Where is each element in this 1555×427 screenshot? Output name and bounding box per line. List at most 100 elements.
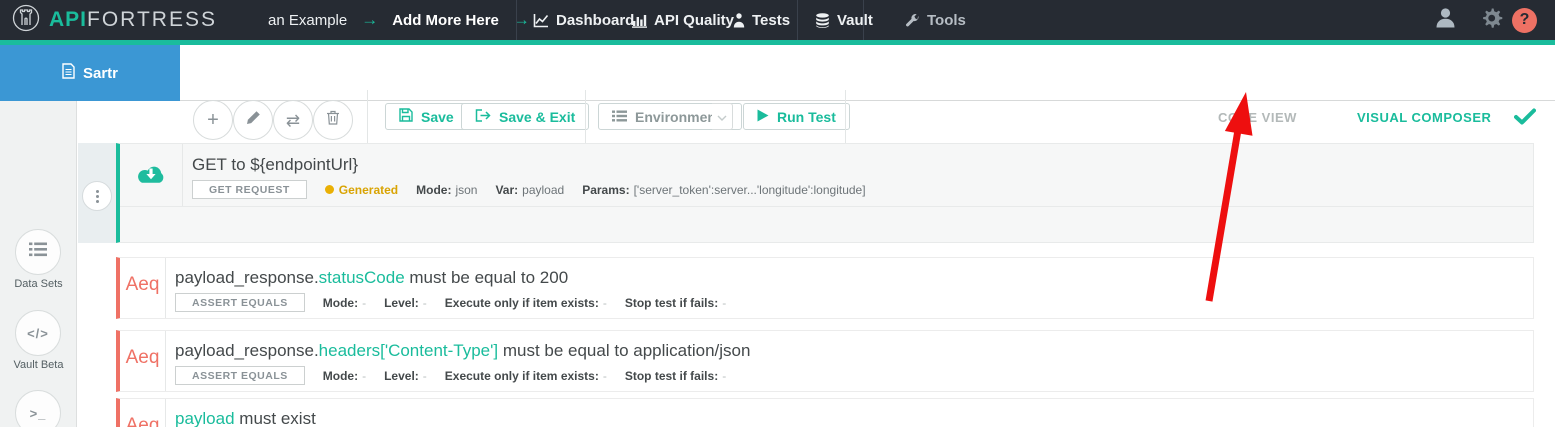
meta-label: Var: (495, 182, 519, 197)
floppy-disk-icon (399, 108, 413, 125)
navbar-divider (516, 0, 517, 40)
sign-out-icon (475, 108, 491, 125)
generated-badge-label: Generated (338, 182, 399, 197)
meta-label: Stop test if fails: (624, 368, 719, 383)
meta-label: Params: (582, 182, 630, 197)
test-toolbar: Sartr + ⇄ Save Save & Exit Environments … (0, 45, 1555, 146)
meta-value: - (602, 295, 607, 310)
assert-equals-abbr: Aeq (125, 415, 160, 427)
component-body: payload must exist (166, 399, 316, 427)
test-name-label: Sartr (82, 64, 119, 82)
title-text: GET to ${endpointUrl} (192, 155, 359, 174)
component-title: GET to ${endpointUrl} (192, 155, 884, 175)
sidebar-item-vault-beta[interactable]: </> (15, 310, 61, 356)
environments-dropdown-toggle[interactable] (712, 103, 733, 130)
component-options-button[interactable] (82, 181, 112, 211)
meta-value: - (722, 368, 727, 383)
save-exit-button[interactable]: Save & Exit (461, 103, 590, 130)
nav-item-dashboard[interactable]: Dashboard (533, 0, 634, 40)
meta-value: - (422, 295, 427, 310)
component-body: payload_response.headers['Content-Type']… (166, 331, 750, 391)
component-type-tag: ASSERT EQUALS (175, 293, 305, 312)
breadcrumb-project[interactable]: an Example (268, 12, 347, 29)
sidebar-item-http-client[interactable]: >_ (15, 390, 61, 427)
save-button-label: Save (421, 108, 454, 125)
reorder-button[interactable]: ⇄ (273, 100, 313, 140)
trash-icon (326, 110, 340, 130)
top-navbar: APIFORTRESS an Example → Add More Here →… (0, 0, 1555, 40)
meta-stop-if-fails: Stop test if fails: - (625, 296, 726, 310)
nav-item-label: Dashboard (556, 11, 635, 29)
toolbar-divider (585, 90, 586, 146)
title-highlight: statusCode (318, 268, 405, 287)
component-title: payload_response.headers['Content-Type']… (175, 341, 750, 361)
title-highlight: payload (175, 409, 235, 427)
meta-value: - (722, 295, 727, 310)
generated-badge: Generated (324, 182, 399, 197)
meta-value: json (455, 182, 478, 197)
tab-visual-composer[interactable]: VISUAL COMPOSER (1357, 110, 1491, 125)
meta-execute-if-exists: Execute only if item exists: - (445, 296, 607, 310)
api-fortress-app: APIFORTRESS an Example → Add More Here →… (0, 0, 1555, 427)
test-component-assert-exists[interactable]: Aeq payload must exist (116, 398, 1534, 427)
cloud-download-icon (135, 161, 167, 190)
run-test-button[interactable]: Run Test (743, 103, 850, 130)
meta-label: Mode: (322, 295, 359, 310)
test-component-get-request[interactable]: GET to ${endpointUrl} GET REQUEST Genera… (116, 143, 1534, 243)
test-component-assert-equals[interactable]: Aeq payload_response.headers['Content-Ty… (116, 330, 1534, 392)
add-component-button[interactable]: + (193, 100, 233, 140)
line-chart-icon (533, 13, 549, 28)
component-meta: ASSERT EQUALS Mode: - Level: - Execute onl… (175, 293, 744, 312)
save-exit-button-label: Save & Exit (499, 108, 576, 125)
meta-mode: Mode: - (323, 369, 366, 383)
meta-value: - (602, 368, 607, 383)
meta-value: - (422, 368, 427, 383)
meta-params: Params: ['server_token':server...'longitu… (582, 183, 865, 197)
component-type-tag: GET REQUEST (192, 180, 307, 199)
delete-button[interactable] (313, 100, 353, 140)
help-button[interactable]: ? (1512, 0, 1537, 40)
database-icon (815, 12, 830, 28)
component-meta: ASSERT EQUALS Mode: - Level: - Execute onl… (175, 366, 750, 385)
nav-item-tools[interactable]: Tools (905, 0, 966, 40)
play-icon (757, 109, 769, 125)
sidebar-item-data-sets[interactable] (15, 229, 61, 275)
check-icon (1514, 108, 1536, 130)
nav-item-vault[interactable]: Vault (815, 0, 873, 40)
test-component-assert-equals[interactable]: Aeq payload_response.statusCode must be … (116, 257, 1534, 319)
title-text: must be equal to application/json (498, 341, 751, 360)
meta-value: - (362, 295, 367, 310)
test-name-button[interactable]: Sartr (0, 45, 180, 101)
toolbar-divider (367, 90, 368, 146)
breadcrumb-test[interactable]: Add More Here (392, 12, 499, 29)
chevron-down-icon (717, 108, 727, 126)
brand-logo[interactable]: APIFORTRESS (12, 0, 217, 40)
meta-label: Level: (384, 295, 419, 310)
code-icon: </> (27, 325, 49, 341)
settings-button[interactable] (1479, 0, 1503, 40)
user-icon (1434, 6, 1457, 34)
tab-code-view[interactable]: CODE VIEW (1218, 110, 1297, 125)
component-icon-cell: Aeq (120, 331, 166, 391)
navbar-divider (863, 0, 864, 40)
document-icon (62, 62, 75, 84)
vertical-dots-icon (95, 189, 99, 193)
meta-label: Mode: (416, 182, 452, 197)
breadcrumb-arrow-icon: → (361, 10, 379, 29)
generated-dot-icon (324, 185, 334, 194)
nav-item-tests[interactable]: Tests (733, 0, 790, 40)
title-text: payload_response. (175, 341, 319, 360)
meta-level: Level: - (384, 296, 427, 310)
component-title: payload_response.statusCode must be equa… (175, 268, 744, 288)
meta-execute-if-exists: Execute only if item exists: - (445, 369, 607, 383)
nav-item-api-quality[interactable]: API Quality (632, 0, 734, 40)
component-icon-cell: Aeq (120, 258, 166, 318)
user-menu-button[interactable] (1434, 0, 1457, 40)
save-button[interactable]: Save (385, 103, 468, 130)
sidebar-item-label: Data Sets (14, 278, 63, 290)
brand-fortress-text: FORTRESS (87, 8, 217, 31)
fortress-logo-icon (12, 4, 40, 37)
assert-equals-abbr: Aeq (125, 274, 160, 295)
edit-button[interactable] (233, 100, 273, 140)
breadcrumb: an Example → Add More Here → (268, 0, 530, 40)
